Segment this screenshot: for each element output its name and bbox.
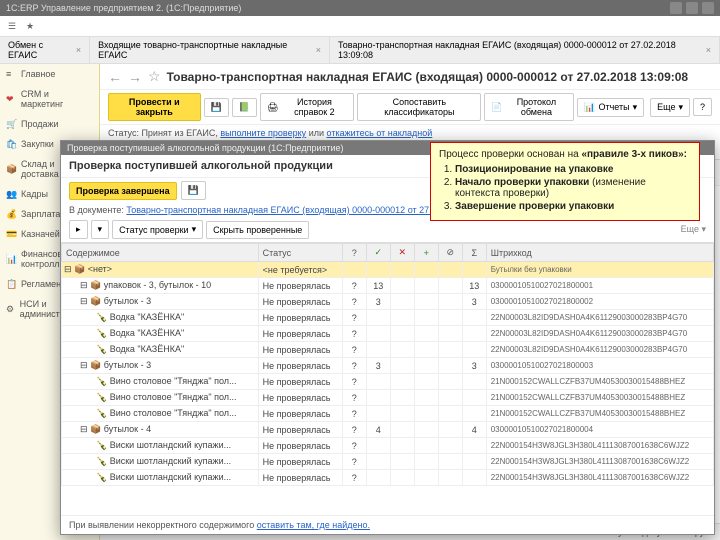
status-line: Статус: Принят из ЕГАИС, выполните прове… [100, 125, 720, 141]
min-button[interactable] [670, 2, 682, 14]
leave-link[interactable]: оставить там, где найдено. [257, 520, 370, 530]
app-toolbar: ☰ ★ [0, 16, 720, 37]
table-row[interactable]: ⊟ 📦 бутылок - 3Не проверялась?3303000010… [62, 358, 714, 374]
more-button[interactable]: Еще ▾ [650, 98, 690, 117]
table-row[interactable]: 🍾 Виски шотландский купажи...Не проверял… [62, 438, 714, 454]
close-icon[interactable]: × [316, 45, 321, 55]
hide-checked-button[interactable]: Скрыть проверенные [206, 221, 309, 239]
max-button[interactable] [686, 2, 698, 14]
expand-button[interactable]: ▸ [69, 220, 88, 239]
document-tabs: Обмен с ЕГАИС× Входящие товарно-транспор… [0, 37, 720, 64]
history-button[interactable]: 🖨 История справок 2 [260, 93, 354, 121]
reject-link[interactable]: откажитесь от накладной [327, 128, 433, 138]
check-grid[interactable]: Содержимое Статус ? ✓ ✕ + ⊘ Σ Штрихкод ⊟… [61, 243, 714, 515]
protocol-button[interactable]: 📄 Протокол обмена [484, 93, 574, 121]
window-titlebar: 1С:ERP Управление предприятием 2. (1С:Пр… [0, 0, 720, 16]
tab-0[interactable]: Обмен с ЕГАИС× [0, 37, 90, 63]
do-check-link[interactable]: выполните проверку [220, 128, 306, 138]
table-row[interactable]: 🍾 Вино столовое "Тянджа" пол...Не провер… [62, 390, 714, 406]
col-sum[interactable]: Σ [462, 244, 486, 262]
tab-1[interactable]: Входящие товарно-транспортные накладные … [90, 37, 330, 63]
help-button[interactable]: ? [693, 98, 712, 116]
table-row[interactable]: 🍾 Водка "КАЗЁНКА"Не проверялась?22N00003… [62, 342, 714, 358]
close-button[interactable] [702, 2, 714, 14]
app-title: 1С:ERP Управление предприятием 2. (1С:Пр… [6, 3, 241, 13]
table-row[interactable]: 🍾 Виски шотландский купажи...Не проверял… [62, 470, 714, 486]
back-icon[interactable]: ← [108, 69, 122, 85]
collapse-button[interactable]: ▾ [91, 220, 110, 239]
table-row[interactable]: 🍾 Вино столовое "Тянджа" пол...Не провер… [62, 374, 714, 390]
sidebar-item-sales[interactable]: 🛒Продажи [0, 114, 99, 134]
sidebar-item-crm[interactable]: ❤CRM и маркетинг [0, 84, 99, 114]
col-status[interactable]: Статус [258, 244, 342, 262]
compare-button[interactable]: Сопоставить классификаторы [357, 93, 481, 121]
post-and-close-button[interactable]: Провести и закрыть [108, 93, 201, 121]
save-button[interactable]: 💾 [181, 181, 206, 200]
col-plus[interactable]: + [414, 244, 438, 262]
col-q[interactable]: ? [342, 244, 366, 262]
forward-icon[interactable]: → [128, 69, 142, 85]
col-bad[interactable]: ✕ [390, 244, 414, 262]
post-button[interactable]: 📗 [232, 98, 257, 117]
col-not[interactable]: ⊘ [438, 244, 462, 262]
col-ok[interactable]: ✓ [366, 244, 390, 262]
status-button[interactable]: Статус проверки ▾ [112, 220, 203, 239]
sidebar-item-main[interactable]: ≡Главное [0, 64, 99, 84]
col-barcode[interactable]: Штрихкод [486, 244, 713, 262]
favorite-icon[interactable]: ☆ [148, 68, 161, 85]
info-callout: Процесс проверки основан на «правиле 3-х… [430, 142, 700, 221]
modal-footer: При выявлении некорректного содержимого … [61, 515, 714, 534]
table-row[interactable]: ⊟ 📦 упаковок - 3, бутылок - 10Не проверя… [62, 278, 714, 294]
document-title: Товарно-транспортная накладная ЕГАИС (вх… [167, 70, 712, 84]
save-button[interactable]: 💾 [204, 98, 229, 117]
table-row[interactable]: 🍾 Виски шотландский купажи...Не проверял… [62, 454, 714, 470]
close-icon[interactable]: × [76, 45, 81, 55]
table-row[interactable]: 🍾 Вино столовое "Тянджа" пол...Не провер… [62, 406, 714, 422]
reports-button[interactable]: 📊 Отчеты ▾ [577, 98, 644, 117]
tab-2[interactable]: Товарно-транспортная накладная ЕГАИС (вх… [330, 37, 720, 63]
star-icon[interactable]: ★ [22, 18, 38, 34]
table-row[interactable]: ⊟ 📦 бутылок - 3Не проверялась?3303000010… [62, 294, 714, 310]
table-row[interactable]: 🍾 Водка "КАЗЁНКА"Не проверялась?22N00003… [62, 326, 714, 342]
table-row[interactable]: ⊟ 📦 <нет><не требуется>Бутылки без упако… [62, 262, 714, 278]
check-done-button[interactable]: Проверка завершена [69, 182, 177, 200]
menu-icon[interactable]: ☰ [4, 18, 20, 34]
table-row[interactable]: 🍾 Водка "КАЗЁНКА"Не проверялась?22N00003… [62, 310, 714, 326]
more-label[interactable]: Еще ▾ [681, 224, 706, 235]
close-icon[interactable]: × [706, 45, 711, 55]
col-content[interactable]: Содержимое [62, 244, 259, 262]
table-row[interactable]: ⊟ 📦 бутылок - 4Не проверялась?4403000010… [62, 422, 714, 438]
